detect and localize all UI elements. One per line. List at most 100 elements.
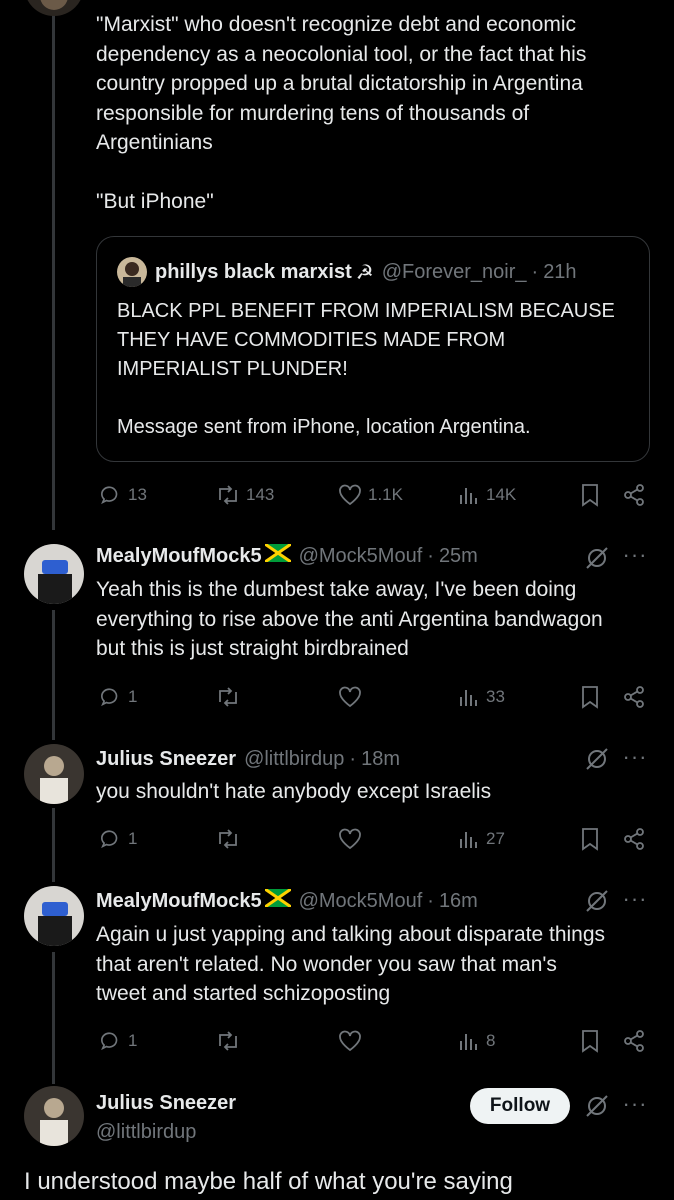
like-count: 1.1K <box>368 485 403 504</box>
more-icon[interactable]: ··· <box>622 544 648 574</box>
like-button[interactable] <box>338 682 362 712</box>
tweet-actions: 1 8 <box>96 1026 656 1056</box>
reply-button[interactable]: 1 <box>100 682 137 712</box>
avatar[interactable] <box>24 1086 84 1146</box>
repost-button[interactable] <box>216 682 240 712</box>
reply-button[interactable]: 1 <box>100 824 137 854</box>
avatar <box>117 257 147 287</box>
reply-icon <box>101 486 118 505</box>
bookmark-icon <box>582 1030 598 1053</box>
tweet-text: I understood maybe half of what you're s… <box>24 1168 513 1195</box>
heart-icon <box>339 1030 361 1052</box>
reply-button[interactable]: 1 <box>100 1026 137 1056</box>
tweet-actions: 1 27 <box>96 824 656 854</box>
repost-button[interactable]: 143 <box>216 480 274 510</box>
bookmark-button[interactable] <box>580 1026 600 1056</box>
quote-header: phillys black marxist ☭ @Forever_noir_ ·… <box>117 257 577 287</box>
reply-count: 1 <box>128 829 138 848</box>
tweet-text: Again u just yapping and talking about d… <box>96 923 606 1005</box>
views-icon <box>460 1034 477 1050</box>
tweet-actions: 1 33 <box>96 682 656 712</box>
reply-icon <box>101 830 118 849</box>
repost-count: 143 <box>246 485 275 504</box>
bookmark-icon <box>582 686 598 709</box>
bookmark-button[interactable] <box>580 824 600 854</box>
more-icon[interactable]: ··· <box>622 888 648 918</box>
views-icon <box>460 832 477 848</box>
repost-icon <box>219 485 237 505</box>
avatar[interactable] <box>24 544 84 604</box>
avatar[interactable] <box>24 744 84 804</box>
views-button[interactable]: 33 <box>458 682 505 712</box>
share-button[interactable] <box>622 480 646 510</box>
reply-header: Julius Sneezer @littlbirdup · 18m <box>96 744 400 774</box>
author-handle: @littlbirdup <box>96 1120 197 1143</box>
tweet-text: "Marxist" who doesn't recognize debt and… <box>96 13 587 213</box>
views-button[interactable]: 8 <box>458 1026 495 1056</box>
more-icon[interactable]: ··· <box>622 1093 648 1123</box>
views-icon <box>460 690 477 706</box>
like-button[interactable] <box>338 824 362 854</box>
author-name: Julius Sneezer <box>96 747 237 770</box>
quote-tweet[interactable]: phillys black marxist ☭ @Forever_noir_ ·… <box>96 236 650 462</box>
quote-text: BLACK PPL BENEFIT FROM IMPERIALISM BECAU… <box>117 300 615 438</box>
share-button[interactable] <box>622 824 646 854</box>
share-button[interactable] <box>622 682 646 712</box>
avatar[interactable] <box>24 886 84 946</box>
reply-button[interactable]: 13 <box>100 480 147 510</box>
views-button[interactable]: 27 <box>458 824 505 854</box>
thread-line <box>52 0 55 530</box>
like-button[interactable] <box>338 1026 362 1056</box>
repost-icon <box>219 1031 237 1051</box>
share-button[interactable] <box>622 1026 646 1056</box>
more-icon[interactable]: ··· <box>622 746 648 776</box>
reply-count: 1 <box>128 1031 138 1050</box>
author-name-row: Julius Sneezer <box>96 1088 236 1118</box>
bookmark-icon <box>582 828 598 851</box>
quote-timestamp: 21h <box>543 260 577 283</box>
quote-author-handle: @Forever_noir_ <box>381 260 527 283</box>
grok-icon[interactable] <box>584 746 610 772</box>
bookmark-button[interactable] <box>580 480 600 510</box>
views-button[interactable]: 14K <box>458 480 516 510</box>
view-count: 14K <box>486 485 517 504</box>
grok-icon[interactable] <box>584 1093 610 1119</box>
avatar[interactable] <box>24 0 84 16</box>
timestamp: 16m <box>438 889 478 912</box>
grok-icon[interactable] <box>584 545 610 571</box>
heart-icon <box>339 484 361 506</box>
timestamp: 18m <box>361 747 400 770</box>
reply-header: MealyMoufMock5 @Mock5Mouf · 16m <box>96 886 478 916</box>
author-handle: @littlbirdup <box>244 747 345 770</box>
repost-button[interactable] <box>216 824 240 854</box>
share-icon <box>624 1030 644 1052</box>
separator-dot: · <box>427 544 434 567</box>
view-count: 33 <box>486 687 505 706</box>
repost-button[interactable] <box>216 1026 240 1056</box>
view-count: 27 <box>486 829 505 848</box>
bookmark-button[interactable] <box>580 682 600 712</box>
grok-icon[interactable] <box>584 888 610 914</box>
quote-author-name: phillys black marxist <box>155 260 352 283</box>
thread-line <box>52 610 55 740</box>
tweet-text: Yeah this is the dumbest take away, I've… <box>96 578 603 660</box>
like-button[interactable]: 1.1K <box>338 480 403 510</box>
separator-dot: · <box>531 260 539 283</box>
author-name: Julius Sneezer <box>96 1091 237 1114</box>
bookmark-icon <box>582 484 598 507</box>
follow-button[interactable]: Follow <box>470 1088 570 1124</box>
repost-icon <box>219 829 237 849</box>
thread-line <box>52 808 55 882</box>
author-handle-row: @littlbirdup <box>96 1117 196 1147</box>
reply-header: MealyMoufMock5 @Mock5Mouf · 25m <box>96 541 478 571</box>
separator-dot: · <box>349 747 357 770</box>
thread-line <box>52 952 55 1084</box>
jamaica-flag-icon <box>263 542 292 568</box>
heart-icon <box>339 828 361 850</box>
reply-icon <box>101 688 118 707</box>
view-count: 8 <box>486 1031 496 1050</box>
author-name: MealyMoufMock5 <box>96 889 262 912</box>
reply-count: 13 <box>128 485 147 504</box>
views-icon <box>460 488 477 504</box>
author-name: MealyMoufMock5 <box>96 544 262 567</box>
